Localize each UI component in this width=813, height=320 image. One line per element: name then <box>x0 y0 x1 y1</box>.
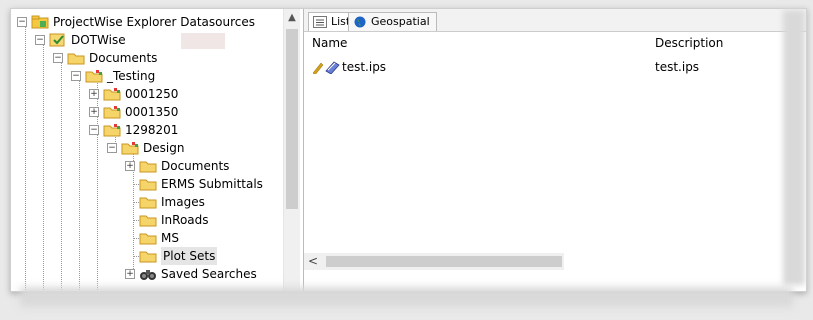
tree-item-label: Design <box>143 141 185 155</box>
collapse-icon[interactable]: − <box>17 17 27 27</box>
folder-icon <box>139 159 157 173</box>
project-folder-icon <box>103 123 121 137</box>
tree-guide-line <box>79 78 80 291</box>
tree-guide-line <box>25 24 26 291</box>
background-blur <box>783 10 805 285</box>
folder-icon <box>67 51 85 65</box>
project-folder-icon <box>121 141 139 155</box>
collapse-icon[interactable]: − <box>35 35 45 45</box>
tree-vertical-scrollbar[interactable]: ▲ <box>283 9 300 291</box>
folder-icon <box>139 249 157 263</box>
expand-icon[interactable]: + <box>89 89 99 99</box>
collapse-icon[interactable]: − <box>89 125 99 135</box>
tree-item-label: MS <box>161 231 179 245</box>
view-tabs: List Geospatial <box>304 9 806 32</box>
project-folder-icon <box>85 69 103 83</box>
folder-icon <box>139 177 157 191</box>
datasource-tree[interactable]: − ProjectWise Explorer Datasources − DOT… <box>11 9 300 291</box>
binoculars-icon <box>139 267 157 281</box>
datasource-icon <box>49 33 67 47</box>
file-name: test.ips <box>342 60 387 74</box>
document-list-pane: List Geospatial Name Description test.ip… <box>303 9 806 291</box>
project-folder-icon <box>103 105 121 119</box>
tab-label: Geospatial <box>371 15 430 28</box>
document-icon <box>312 61 340 74</box>
collapse-icon[interactable]: − <box>53 53 63 63</box>
datasource-root-icon <box>31 15 49 29</box>
scrollbar-thumb[interactable] <box>286 29 298 209</box>
file-description: test.ips <box>655 60 700 74</box>
globe-icon <box>354 16 366 28</box>
expand-icon[interactable]: + <box>125 161 135 171</box>
redacted-area <box>181 33 225 49</box>
tree-guide-line <box>43 42 44 291</box>
folder-icon <box>139 213 157 227</box>
column-header-description[interactable]: Description <box>655 36 723 50</box>
tab-geospatial[interactable]: Geospatial <box>348 12 437 31</box>
tree-item-label: 1298201 <box>125 123 179 137</box>
tree-item-label: Plot Sets <box>161 247 218 265</box>
expand-icon[interactable]: + <box>89 107 99 117</box>
scrollbar-thumb[interactable] <box>326 256 562 267</box>
tree-item-label: Images <box>161 195 205 209</box>
column-header-name[interactable]: Name <box>312 36 347 50</box>
folder-icon <box>139 195 157 209</box>
project-folder-icon <box>103 87 121 101</box>
tree-item-label: ProjectWise Explorer Datasources <box>53 15 255 29</box>
tree-item-label: Documents <box>89 51 158 65</box>
background-blur <box>20 287 793 307</box>
tree-item-label: Documents <box>161 159 230 173</box>
tree-item-label: 0001250 <box>125 87 179 101</box>
tree-item-label: DOTWise <box>71 33 126 47</box>
collapse-icon[interactable]: − <box>107 143 117 153</box>
explorer-window: − ProjectWise Explorer Datasources − DOT… <box>10 8 807 292</box>
list-horizontal-scrollbar[interactable]: < <box>304 253 564 270</box>
tree-item-label: _Testing <box>107 69 156 83</box>
list-icon <box>313 16 327 28</box>
scroll-left-icon[interactable]: < <box>308 253 318 270</box>
expand-icon[interactable]: + <box>125 269 135 279</box>
tree-item-label: ERMS Submittals <box>161 177 263 191</box>
scroll-up-icon[interactable]: ▲ <box>286 11 298 25</box>
tree-item-label: InRoads <box>161 213 209 227</box>
tree-guide-line <box>61 60 62 291</box>
folder-icon <box>139 231 157 245</box>
tree-item-label: 0001350 <box>125 105 179 119</box>
tree-item-label: Saved Searches <box>161 267 257 281</box>
collapse-icon[interactable]: − <box>71 71 81 81</box>
